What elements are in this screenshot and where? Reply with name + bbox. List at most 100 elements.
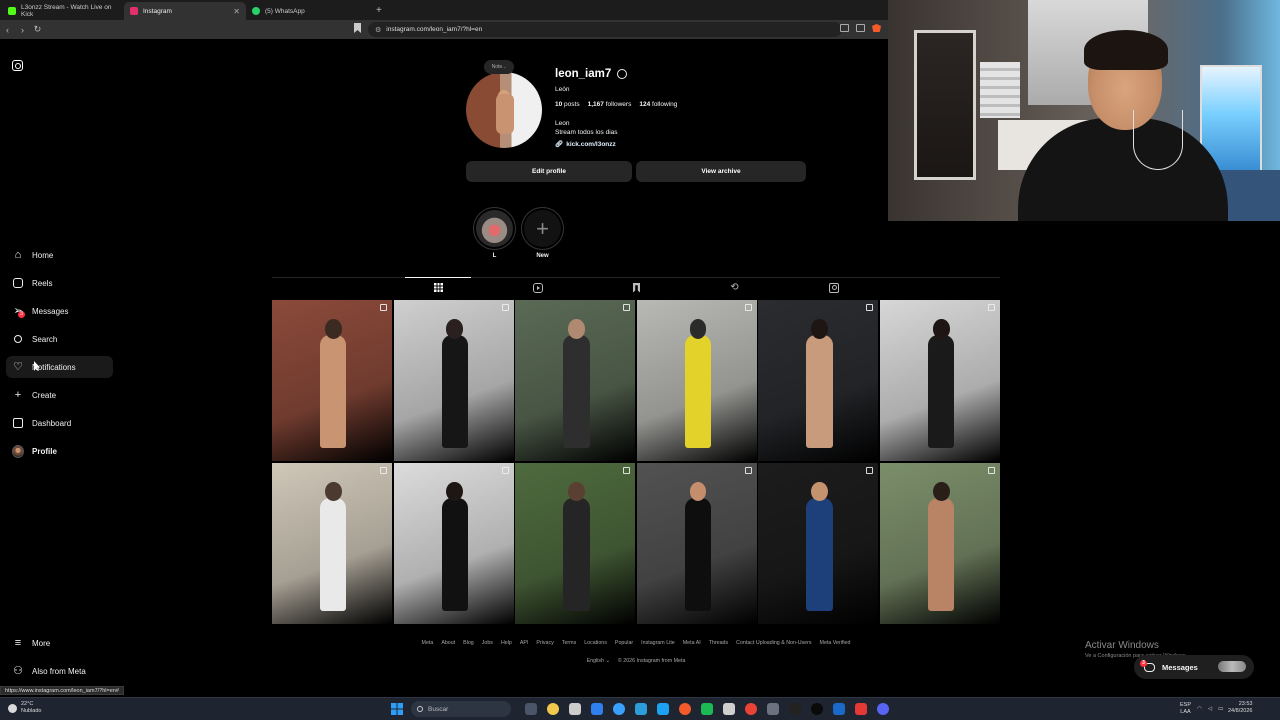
footer-link[interactable]: Privacy: [536, 640, 553, 646]
taskbar-app-icon[interactable]: [745, 703, 757, 715]
sidebar-item-create[interactable]: + Create: [6, 384, 113, 406]
taskbar-app-icon[interactable]: [767, 703, 779, 715]
new-tab-button[interactable]: +: [376, 2, 382, 20]
footer-link[interactable]: Jobs: [482, 640, 493, 646]
taskbar-app-icon[interactable]: [657, 703, 669, 715]
sidebar-item-home[interactable]: ⌂ Home: [6, 244, 113, 266]
weather-widget[interactable]: 22°C Nublado: [8, 701, 42, 715]
footer-link[interactable]: Instagram Lite: [641, 640, 675, 646]
post-thumbnail[interactable]: [880, 462, 1000, 624]
sidebar-item-dashboard[interactable]: Dashboard: [6, 412, 113, 434]
followers-count[interactable]: 1,167 followers: [588, 101, 632, 108]
tab-reels[interactable]: [532, 282, 543, 293]
taskbar-app-icon[interactable]: [635, 703, 647, 715]
post-person-head: [567, 319, 585, 339]
sidebar-item-profile[interactable]: Profile: [6, 440, 113, 462]
reload-icon[interactable]: ↻: [30, 24, 45, 35]
post-thumbnail[interactable]: [880, 300, 1000, 461]
brave-shield-icon[interactable]: [872, 24, 881, 32]
sidebar-item-messages[interactable]: ➢ 3 Messages: [6, 300, 113, 322]
post-thumbnail[interactable]: [636, 462, 757, 624]
footer-link[interactable]: About: [441, 640, 455, 646]
post-thumbnail[interactable]: [515, 300, 636, 461]
username-text: leon_iam7: [555, 68, 612, 80]
post-thumbnail[interactable]: [515, 462, 636, 624]
tab-posts[interactable]: [405, 277, 471, 293]
tab-saved[interactable]: [631, 282, 642, 293]
note-bubble[interactable]: Note...: [484, 60, 514, 74]
post-thumbnail[interactable]: [393, 300, 514, 461]
taskbar-app-icon[interactable]: [679, 703, 691, 715]
following-count[interactable]: 124 following: [639, 101, 677, 108]
forward-icon[interactable]: ›: [15, 25, 30, 35]
sidebar-item-search[interactable]: Search: [6, 328, 113, 350]
windows-start-icon[interactable]: [391, 703, 403, 715]
edit-profile-button[interactable]: Edit profile: [466, 161, 632, 182]
footer-link[interactable]: Popular: [615, 640, 633, 646]
taskbar-app-icon[interactable]: [525, 703, 537, 715]
site-info-icon[interactable]: ⚙: [375, 26, 381, 34]
sidebar-icon[interactable]: [856, 24, 865, 32]
post-thumbnail[interactable]: [758, 462, 879, 624]
language-indicator[interactable]: ESP LAA: [1180, 702, 1191, 716]
footer-link[interactable]: Blog: [463, 640, 474, 646]
tab-kick[interactable]: L3onzz Stream - Watch Live on Kick: [2, 2, 124, 20]
taskbar-app-icon[interactable]: [855, 703, 867, 715]
footer-link[interactable]: Meta Verified: [820, 640, 851, 646]
post-thumbnail[interactable]: [758, 300, 879, 461]
highlight-l[interactable]: [473, 207, 516, 250]
highlight-new[interactable]: +: [521, 207, 564, 250]
taskbar-app-icon[interactable]: [789, 703, 801, 715]
post-thumbnail[interactable]: [636, 300, 757, 461]
post-person-figure: [441, 498, 468, 611]
taskbar-app-icon[interactable]: [723, 703, 735, 715]
footer-link[interactable]: Meta AI: [683, 640, 701, 646]
profile-picture[interactable]: [466, 72, 542, 148]
sidebar-item-reels[interactable]: Reels: [6, 272, 113, 294]
footer-link[interactable]: Terms: [562, 640, 576, 646]
battery-icon[interactable]: ▭: [1218, 706, 1223, 713]
sidebar-item-also-from-meta[interactable]: ⚇ Also from Meta: [6, 660, 113, 682]
messages-pill[interactable]: 3 Messages: [1134, 655, 1254, 679]
taskbar-app-icon[interactable]: [569, 703, 581, 715]
post-thumbnail[interactable]: [272, 300, 392, 461]
language-select[interactable]: English ⌄: [587, 658, 610, 664]
volume-icon[interactable]: ◁: [1208, 706, 1212, 713]
wifi-icon[interactable]: ◠: [1197, 706, 1202, 713]
footer-link[interactable]: Help: [501, 640, 512, 646]
sidebar-item-notifications[interactable]: ♡ Notifications: [6, 356, 113, 378]
tab-reposts[interactable]: ⟲: [729, 282, 740, 293]
post-thumbnail[interactable]: [393, 462, 514, 624]
multi-post-icon: [866, 466, 874, 474]
back-icon[interactable]: ‹: [0, 25, 15, 35]
footer-link[interactable]: Meta: [422, 640, 434, 646]
sidebar-item-more[interactable]: ≡ More: [6, 632, 113, 654]
hamburger-menu-icon: ≡: [14, 636, 22, 649]
bio-link[interactable]: 🔗︎ kick.com/l3onzz: [555, 140, 616, 149]
taskbar-app-icon[interactable]: [547, 703, 559, 715]
taskbar-app-icon[interactable]: [811, 703, 823, 715]
view-archive-button[interactable]: View archive: [636, 161, 806, 182]
taskbar-search[interactable]: Buscar: [411, 701, 511, 717]
footer-link[interactable]: Locations: [584, 640, 607, 646]
instagram-logo-icon[interactable]: [12, 60, 23, 71]
bookmark-icon[interactable]: [354, 23, 361, 33]
footer-link[interactable]: Threads: [709, 640, 728, 646]
tab-tagged[interactable]: [828, 282, 839, 293]
settings-gear-icon[interactable]: [617, 69, 628, 79]
taskbar-app-icon[interactable]: [613, 703, 625, 715]
tab-whatsapp[interactable]: (5) WhatsApp: [246, 2, 368, 20]
close-tab-icon[interactable]: ✕: [233, 7, 240, 16]
post-thumbnail[interactable]: [272, 462, 392, 624]
footer-link[interactable]: Contact Uploading & Non-Users: [736, 640, 811, 646]
taskbar-app-icon[interactable]: [833, 703, 845, 715]
tab-instagram[interactable]: Instagram ✕: [124, 2, 246, 20]
taskbar-app-icon[interactable]: [591, 703, 603, 715]
taskbar-clock[interactable]: 23:53 24/8/2026: [1228, 701, 1252, 715]
translate-icon[interactable]: [840, 24, 849, 32]
taskbar-app-icon[interactable]: [701, 703, 713, 715]
taskbar-app-icon[interactable]: [877, 703, 889, 715]
address-bar[interactable]: ⚙ instagram.com/leon_iam7/?hl=en: [368, 22, 842, 37]
footer-link[interactable]: API: [520, 640, 529, 646]
messages-pill-label: Messages: [1162, 662, 1198, 672]
